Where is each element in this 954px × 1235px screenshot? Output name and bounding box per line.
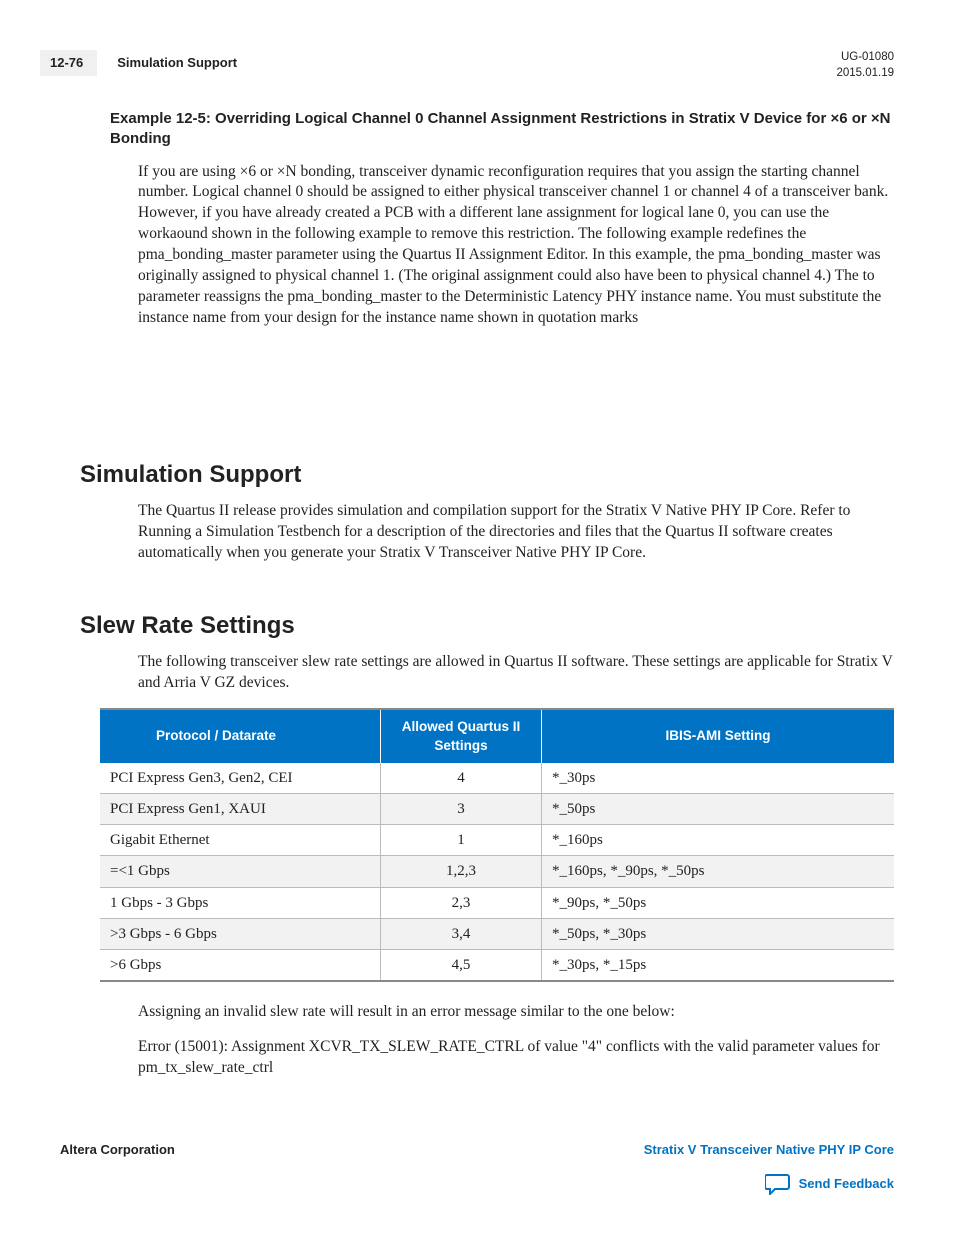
table-row: Gigabit Ethernet1*_160ps [100, 825, 894, 856]
slew-rate-table: Protocol / Datarate Allowed Quartus II S… [100, 708, 894, 982]
cell-protocol: PCI Express Gen3, Gen2, CEI [100, 763, 381, 794]
heading-simulation-support: Simulation Support [80, 459, 894, 491]
cell-allowed: 3,4 [381, 918, 542, 949]
cell-allowed: 2,3 [381, 887, 542, 918]
cell-protocol: Gigabit Ethernet [100, 825, 381, 856]
slew-rate-intro: The following transceiver slew rate sett… [138, 652, 894, 694]
page-number-tab: 12-76 [40, 50, 97, 76]
doc-id: UG-01080 [836, 50, 894, 66]
cell-allowed: 1,2,3 [381, 856, 542, 887]
heading-slew-rate: Slew Rate Settings [80, 610, 894, 642]
running-head-title: Simulation Support [117, 54, 237, 72]
slew-after-1: Assigning an invalid slew rate will resu… [138, 1002, 894, 1023]
cell-allowed: 4,5 [381, 950, 542, 982]
cell-protocol: 1 Gbps - 3 Gbps [100, 887, 381, 918]
slew-after-2: Error (15001): Assignment XCVR_TX_SLEW_R… [138, 1037, 894, 1079]
cell-protocol: =<1 Gbps [100, 856, 381, 887]
table-row: =<1 Gbps1,2,3*_160ps, *_90ps, *_50ps [100, 856, 894, 887]
example-title: Example 12-5: Overriding Logical Channel… [110, 109, 894, 150]
table-header-protocol: Protocol / Datarate [100, 709, 381, 762]
table-header-ibis: IBIS-AMI Setting [542, 709, 895, 762]
table-row: 1 Gbps - 3 Gbps2,3*_90ps, *_50ps [100, 887, 894, 918]
cell-ibis: *_160ps [542, 825, 895, 856]
cell-protocol: >6 Gbps [100, 950, 381, 982]
table-header-allowed: Allowed Quartus II Settings [381, 709, 542, 762]
page-footer: Altera Corporation Stratix V Transceiver… [60, 1141, 894, 1159]
cell-allowed: 1 [381, 825, 542, 856]
doc-date: 2015.01.19 [836, 66, 894, 82]
footer-right[interactable]: Stratix V Transceiver Native PHY IP Core [644, 1141, 894, 1159]
cell-protocol: PCI Express Gen1, XAUI [100, 793, 381, 824]
send-feedback-link[interactable]: Send Feedback [60, 1173, 894, 1195]
table-row: PCI Express Gen3, Gen2, CEI4*_30ps [100, 763, 894, 794]
table-row: >3 Gbps - 6 Gbps3,4*_50ps, *_30ps [100, 918, 894, 949]
cell-ibis: *_160ps, *_90ps, *_50ps [542, 856, 895, 887]
cell-allowed: 4 [381, 763, 542, 794]
footer-left: Altera Corporation [60, 1141, 175, 1159]
page-header: 12-76 Simulation Support UG-01080 2015.0… [60, 50, 894, 81]
cell-ibis: *_90ps, *_50ps [542, 887, 895, 918]
cell-ibis: *_30ps [542, 763, 895, 794]
page-content: Example 12-5: Overriding Logical Channel… [60, 109, 894, 1113]
table-row: >6 Gbps4,5*_30ps, *_15ps [100, 950, 894, 982]
cell-ibis: *_50ps, *_30ps [542, 918, 895, 949]
table-row: PCI Express Gen1, XAUI3*_50ps [100, 793, 894, 824]
cell-ibis: *_30ps, *_15ps [542, 950, 895, 982]
feedback-icon [765, 1173, 791, 1195]
simulation-support-body: The Quartus II release provides simulati… [138, 501, 894, 564]
header-right: UG-01080 2015.01.19 [836, 50, 894, 81]
example-body: If you are using ×6 or ×N bonding, trans… [138, 162, 894, 329]
feedback-label: Send Feedback [799, 1175, 894, 1193]
cell-protocol: >3 Gbps - 6 Gbps [100, 918, 381, 949]
cell-allowed: 3 [381, 793, 542, 824]
header-left: 12-76 Simulation Support [60, 50, 237, 76]
cell-ibis: *_50ps [542, 793, 895, 824]
